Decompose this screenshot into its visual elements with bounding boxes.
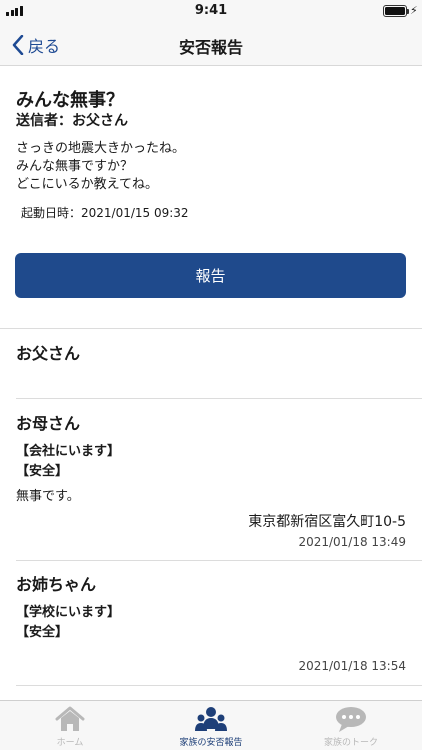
page-title: 安否報告 — [178, 38, 243, 57]
member-name-sister: お姉ちゃん — [16, 575, 97, 594]
message-title: みんな無事？ — [16, 90, 124, 111]
family-icon — [195, 707, 227, 731]
status-time: 9:41 — [194, 3, 228, 18]
member-safety-tag: 【安全】 — [16, 625, 69, 640]
member-comment: 無事です。 — [16, 489, 80, 504]
list-divider — [16, 560, 422, 561]
report-button[interactable]: 報告 — [15, 253, 406, 298]
home-icon — [55, 706, 85, 731]
chat-bubble-icon — [336, 707, 366, 732]
member-location-tag: 【会社にいます】 — [16, 444, 121, 459]
member-name-mother: お母さん — [16, 414, 81, 433]
tab-home-label: ホーム — [56, 738, 84, 748]
tab-home[interactable]: ホーム — [20, 701, 120, 750]
tab-family-talk-label: 家族のトーク — [323, 738, 378, 748]
charging-icon: ⚡ — [410, 4, 418, 17]
tab-family-safety-label: 家族の安否報告 — [179, 738, 243, 748]
status-bar: 9:41 ⚡ — [0, 0, 422, 22]
list-divider — [16, 685, 422, 686]
list-divider — [16, 398, 422, 399]
message-body: さっきの地震大きかったね。 みんな無事ですか？ どこにいるか教えてね。 — [16, 141, 186, 192]
tab-family-talk[interactable]: 家族のトーク — [301, 701, 401, 750]
battery-icon — [383, 5, 409, 17]
message-start-time: 起動日時：2021/01/15 09:32 — [21, 206, 189, 220]
member-report-time: 2021/01/18 13:54 — [298, 659, 406, 673]
member-safety-tag: 【安全】 — [16, 464, 69, 479]
navigation-bar: 戻る 安否報告 — [0, 22, 422, 66]
tab-family-safety[interactable]: 家族の安否報告 — [161, 701, 261, 750]
member-name-father: お父さん — [16, 344, 81, 363]
member-address: 東京都新宿区富久町10-5 — [248, 514, 406, 530]
message-sender: 送信者：お父さん — [16, 113, 128, 129]
member-report-time: 2021/01/18 13:49 — [298, 535, 406, 549]
section-divider — [0, 328, 422, 329]
tab-bar: ホーム 家族の安否報告 家族のトーク — [0, 700, 422, 750]
member-location-tag: 【学校にいます】 — [16, 605, 121, 620]
